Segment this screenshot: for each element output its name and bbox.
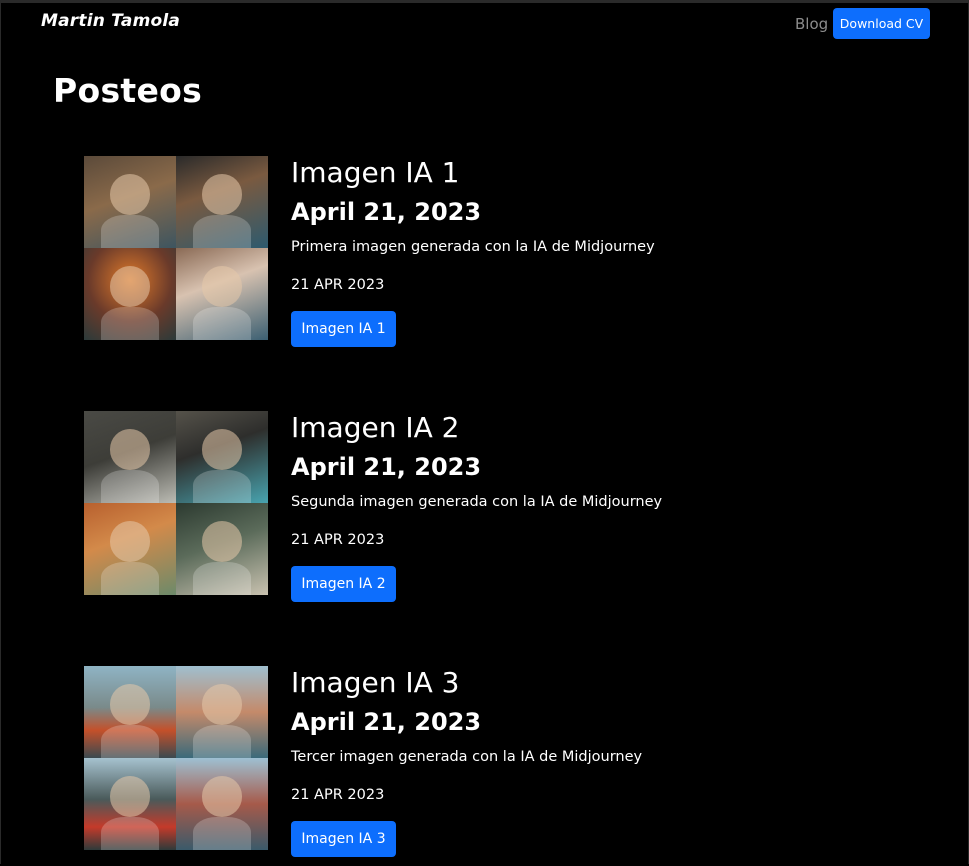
download-cv-button[interactable]: Download CV [833, 8, 930, 39]
post-image-tile [176, 758, 268, 850]
post-date-stamp: 21 APR 2023 [291, 277, 385, 293]
nav-link-blog[interactable]: Blog [795, 15, 828, 33]
post-image-tile [176, 156, 268, 248]
post-image-grid[interactable] [84, 156, 268, 340]
brand-logo[interactable]: Martin Tamola [41, 11, 180, 31]
post-image-tile [84, 503, 176, 595]
post-image-grid[interactable] [84, 666, 268, 850]
post-open-button[interactable]: Imagen IA 1 [291, 311, 396, 347]
post-image-tile [176, 411, 268, 503]
post-image-tile [84, 248, 176, 340]
post-image-tile [176, 248, 268, 340]
post-description: Primera imagen generada con la IA de Mid… [291, 239, 655, 255]
post-image-tile [84, 156, 176, 248]
post-image-grid[interactable] [84, 411, 268, 595]
post-image-tile [84, 666, 176, 758]
post-date-heading: April 21, 2023 [291, 198, 482, 226]
post-card: Imagen IA 3 April 21, 2023 Tercer imagen… [84, 666, 784, 866]
post-date-heading: April 21, 2023 [291, 708, 482, 736]
post-card: Imagen IA 1 April 21, 2023 Primera image… [84, 156, 784, 356]
page-title: Posteos [53, 71, 203, 110]
navbar: Martin Tamola Blog Download CV [1, 3, 968, 43]
post-open-button[interactable]: Imagen IA 3 [291, 821, 396, 857]
post-title: Imagen IA 1 [291, 156, 460, 189]
post-date-stamp: 21 APR 2023 [291, 532, 385, 548]
post-title: Imagen IA 2 [291, 411, 460, 444]
post-card: Imagen IA 2 April 21, 2023 Segunda image… [84, 411, 784, 611]
post-image-tile [84, 411, 176, 503]
post-date-stamp: 21 APR 2023 [291, 787, 385, 803]
post-description: Tercer imagen generada con la IA de Midj… [291, 749, 643, 765]
post-title: Imagen IA 3 [291, 666, 460, 699]
post-open-button[interactable]: Imagen IA 2 [291, 566, 396, 602]
post-image-tile [84, 758, 176, 850]
post-image-tile [176, 666, 268, 758]
post-description: Segunda imagen generada con la IA de Mid… [291, 494, 663, 510]
post-image-tile [176, 503, 268, 595]
post-date-heading: April 21, 2023 [291, 453, 482, 481]
